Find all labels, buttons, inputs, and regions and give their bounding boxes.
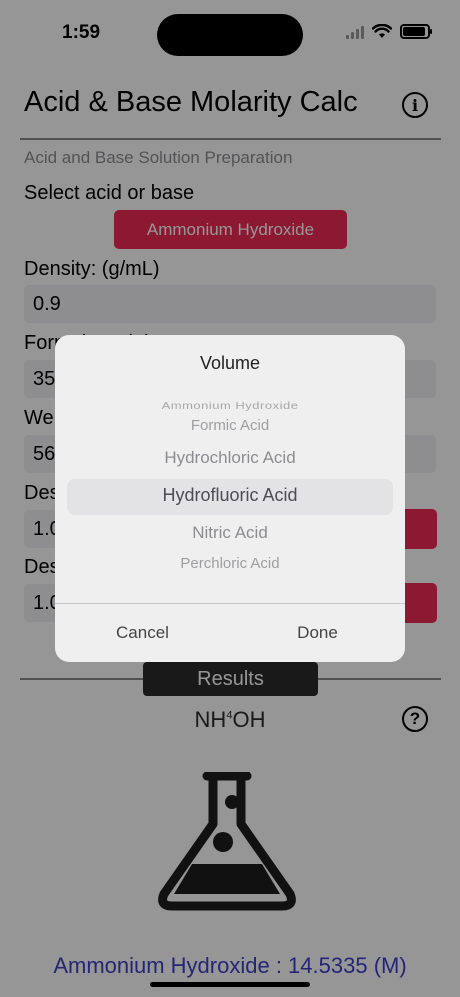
done-button[interactable]: Done	[230, 604, 405, 662]
picker-option[interactable]: Perchloric Acid	[55, 555, 405, 572]
picker-option[interactable]: Ammonium Hydroxide	[55, 400, 405, 412]
cancel-button[interactable]: Cancel	[55, 604, 230, 662]
picker-option[interactable]: Nitric Acid	[55, 523, 405, 543]
dialog-title: Volume	[199, 353, 261, 373]
picker-dialog: Volume Ammonium Hydroxide Formic Acid Hy…	[55, 335, 405, 662]
picker-option-selected[interactable]: Hydrofluoric Acid	[55, 485, 405, 506]
chemical-picker[interactable]: Ammonium Hydroxide Formic Acid Hydrochlo…	[55, 395, 405, 603]
picker-option[interactable]: Formic Acid	[55, 417, 405, 434]
picker-option[interactable]: Hydrochloric Acid	[55, 448, 405, 468]
